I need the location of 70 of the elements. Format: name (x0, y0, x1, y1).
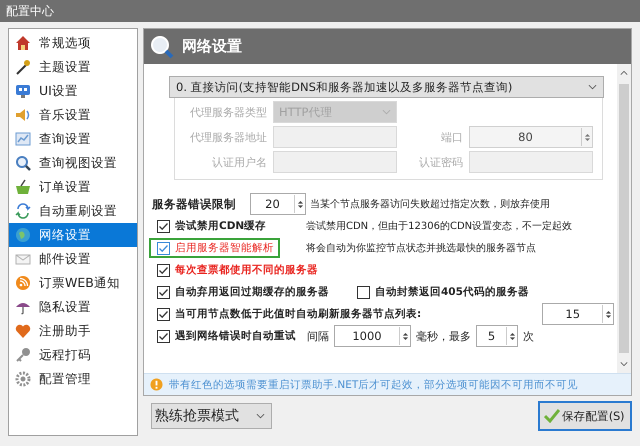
unit-label: 次 (523, 328, 534, 344)
magnifier-icon (150, 34, 174, 58)
window-title: 配置中心 (6, 2, 54, 20)
heart-icon (15, 323, 31, 339)
spin-arrows-icon (584, 132, 590, 142)
arrows-icon (15, 203, 31, 219)
speaker-icon (15, 107, 31, 123)
retry-count-field[interactable]: 5 (476, 325, 518, 347)
checkbox[interactable]: 每次查票都使用不同的服务器 (149, 260, 324, 280)
field-label: 端口 (440, 130, 463, 144)
save-button[interactable]: 保存配置(S) (538, 401, 632, 431)
basket-icon (15, 179, 31, 195)
check-icon (544, 409, 560, 423)
sidebar-item[interactable]: 订票WEB通知 (9, 271, 137, 295)
search-icon (15, 155, 31, 171)
sidebar-item[interactable]: 远程打码 (9, 343, 137, 367)
option-note: 尝试禁用CDN，但由于12306的CDN设置变态，不一定起效 (306, 220, 572, 233)
scroll-down-icon (620, 361, 628, 367)
checkbox[interactable]: 当可用节点数低于此值时自动刷新服务器节点列表: (149, 304, 428, 324)
sidebar-item[interactable]: 网络设置 (9, 223, 137, 247)
option-label: 服务器错误限制 (152, 196, 237, 212)
checkbox[interactable]: 自动封禁返回405代码的服务器 (349, 282, 535, 302)
sidebar-item[interactable]: 常规选项 (9, 31, 137, 55)
error-limit-field[interactable]: 20 (250, 193, 306, 215)
globe-icon (15, 227, 31, 243)
sidebar-item[interactable]: 主题设置 (9, 55, 137, 79)
unit-label: 毫秒，最多 (416, 328, 471, 344)
warning-icon (150, 378, 163, 391)
checkbox[interactable]: 启用服务器智能解析 (149, 238, 280, 258)
field-label: 认证用户名 (211, 154, 267, 170)
chevron-icon (382, 109, 391, 115)
house-icon (15, 35, 31, 51)
wand-icon (15, 59, 31, 75)
sidebar-item[interactable]: 自动重刷设置 (9, 199, 137, 223)
sidebar-item[interactable]: 隐私设置 (9, 295, 137, 319)
interval-field[interactable]: 1000 (334, 325, 411, 347)
chevron-icon (256, 413, 265, 419)
field-label: 认证密码 (418, 154, 463, 170)
field-label: 代理服务器类型 (189, 104, 267, 120)
sidebar-item[interactable]: UI设置 (9, 79, 137, 103)
gear-icon (15, 371, 31, 387)
panel-title: 网络设置 (182, 37, 242, 56)
option-note: 将会自动为你监控节点状态并挑选最快的服务器节点 (306, 242, 536, 255)
key-icon (15, 347, 31, 363)
scroll-up-icon (620, 70, 628, 76)
chart-icon (15, 131, 31, 147)
sidebar-item[interactable]: 配置管理 (9, 367, 137, 391)
interval-label: 间隔 (307, 328, 329, 344)
chevron-icon (588, 84, 597, 90)
spin-arrows-icon (604, 308, 612, 320)
checkbox[interactable]: 遇到网络错误时自动重试 (149, 326, 302, 346)
sidebar-item[interactable]: 查询设置 (9, 127, 137, 151)
field-label: 代理服务器地址 (189, 130, 267, 144)
spin-arrows-icon (508, 330, 516, 342)
sidebar-item[interactable]: 注册助手 (9, 319, 137, 343)
feed-icon (15, 275, 31, 291)
checkbox[interactable]: 尝试禁用CDN缓存 (149, 216, 272, 236)
monitor-icon (15, 83, 31, 99)
scrollbar[interactable] (617, 64, 631, 373)
option-note: 当某个节点服务器访问失败超过指定次数，则放弃使用 (310, 198, 550, 211)
spin-arrows-icon (296, 198, 304, 210)
sidebar-item[interactable]: 邮件设置 (9, 247, 137, 271)
sidebar-item[interactable]: 查询视图设置 (9, 151, 137, 175)
spin-arrows-icon (402, 330, 408, 342)
node-count-field[interactable]: 15 (542, 303, 614, 325)
checkbox[interactable]: 自动弃用返回过期缓存的服务器 (149, 282, 335, 302)
mode-dropdown[interactable]: 熟练抢票模式 (151, 403, 272, 429)
sidebar-item[interactable]: 音乐设置 (9, 103, 137, 127)
sidebar-item[interactable]: 订单设置 (9, 175, 137, 199)
info-text: 带有红色的选项需要重启订票助手.NET后才可起效，部分选项可能因不可用而不可见 (169, 378, 578, 392)
